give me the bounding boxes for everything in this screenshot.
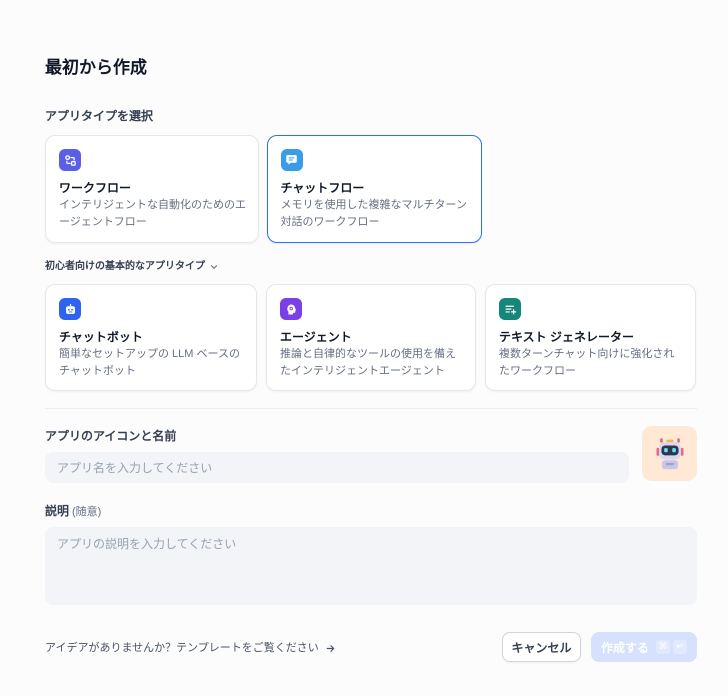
app-type-card-agent[interactable]: エージェント 推論と自律的なツールの使用を備えたインテリジェントエージェント xyxy=(266,284,476,391)
app-name-input[interactable] xyxy=(45,452,629,483)
agent-icon xyxy=(280,298,302,320)
template-link-label: アイデアがありませんか？テンプレートをご覧ください xyxy=(45,642,319,654)
card-title: チャットボット xyxy=(59,330,143,344)
description-label: 説明 (随意) xyxy=(45,503,101,520)
app-type-card-workflow[interactable]: ワークフロー インテリジェントな自動化のためのエージェントフロー xyxy=(45,135,259,243)
basic-app-types-toggle[interactable]: 初心者向けの基本的なアプリタイプ xyxy=(45,260,219,274)
card-description: 簡単なセットアップの LLM ベースのチャットボット xyxy=(59,348,240,377)
arrow-right-icon xyxy=(325,643,336,654)
shortcut-key-cmd: ⌘ xyxy=(656,640,670,654)
text-generator-icon xyxy=(499,298,521,320)
description-textarea[interactable] xyxy=(45,527,697,605)
dialog-title: 最初から作成 xyxy=(45,58,147,77)
card-description: メモリを使用した複雑なマルチターン対話のワークフロー xyxy=(280,198,467,228)
app-type-card-chatflow[interactable]: チャットフロー メモリを使用した複雑なマルチターン対話のワークフロー xyxy=(267,135,482,243)
section-divider xyxy=(45,408,697,409)
basic-app-types-label: 初心者向けの基本的なアプリタイプ xyxy=(45,261,205,272)
card-description: 複数ターンチャット向けに強化されたワークフロー xyxy=(499,348,675,377)
create-button[interactable]: 作成する ⌘ ↵ xyxy=(591,632,697,662)
optional-label: (随意) xyxy=(72,506,102,518)
app-name-label: アプリのアイコンと名前 xyxy=(45,429,177,443)
template-link[interactable]: アイデアがありませんか？テンプレートをご覧ください xyxy=(45,640,336,656)
app-type-card-chatbot[interactable]: チャットボット 簡単なセットアップの LLM ベースのチャットボット xyxy=(45,284,257,391)
shortcut-key-enter: ↵ xyxy=(673,640,687,654)
card-title: テキスト ジェネレーター xyxy=(499,330,634,344)
chatflow-icon xyxy=(280,148,303,171)
card-description: インテリジェントな自動化のためのエージェントフロー xyxy=(59,199,246,228)
description-label-text: 説明 xyxy=(45,504,70,518)
card-description: 推論と自律的なツールの使用を備えたインテリジェントエージェント xyxy=(280,348,456,377)
app-type-label: アプリタイプを選択 xyxy=(45,109,154,123)
card-title: チャットフロー xyxy=(280,180,365,195)
robot-icon xyxy=(656,437,683,469)
card-title: ワークフロー xyxy=(59,181,132,195)
cancel-button[interactable]: キャンセル xyxy=(502,632,581,662)
app-icon-picker[interactable] xyxy=(642,426,697,481)
card-title: エージェント xyxy=(280,330,352,344)
chevron-down-icon xyxy=(209,262,219,272)
chatbot-icon xyxy=(59,298,81,320)
workflow-icon xyxy=(59,149,81,171)
app-type-card-text-generator[interactable]: テキスト ジェネレーター 複数ターンチャット向けに強化されたワークフロー xyxy=(485,284,696,391)
create-button-label: 作成する xyxy=(600,640,649,655)
